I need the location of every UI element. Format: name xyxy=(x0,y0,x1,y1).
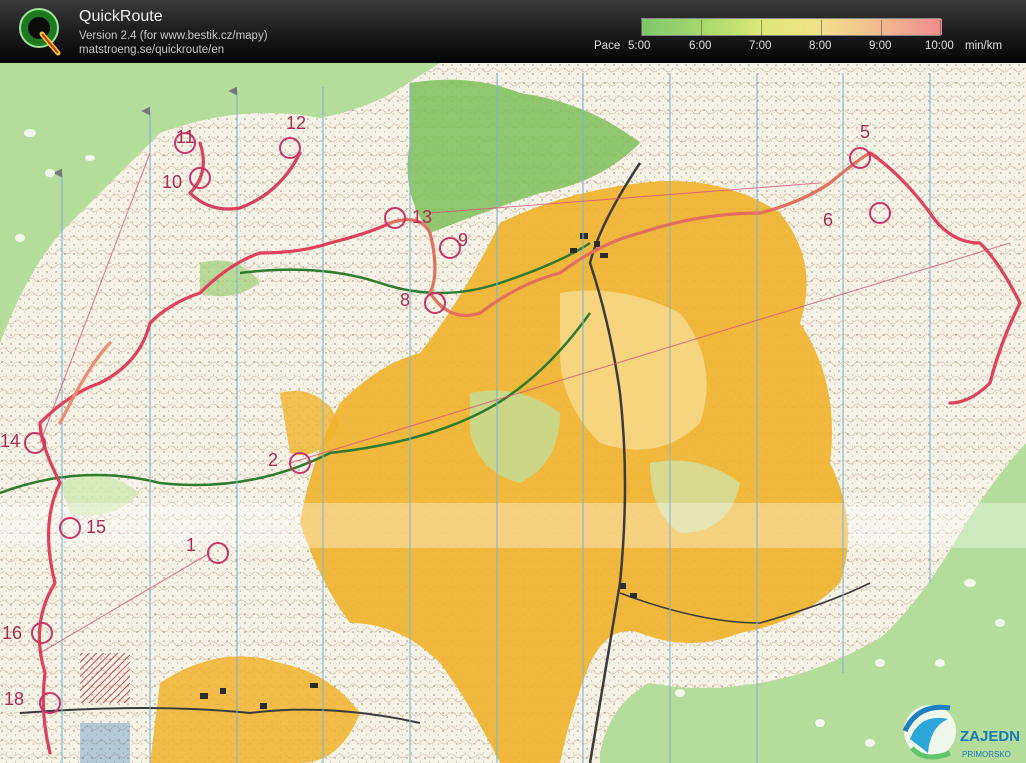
website-link[interactable]: matstroeng.se/quickroute/en xyxy=(79,44,224,56)
control-number: 14 xyxy=(0,431,20,451)
watermark-subtext: PRIMORSKO xyxy=(962,750,1011,759)
pace-label: Pace xyxy=(594,40,621,52)
version-text: Version 2.4 (for www.bestik.cz/mapy) xyxy=(79,30,268,42)
control-number: 11 xyxy=(176,127,195,147)
pace-unit-label: min/km xyxy=(965,40,1003,52)
control-number: 8 xyxy=(400,290,410,310)
pace-segment xyxy=(762,19,822,35)
watermark-text: ZAJEDN xyxy=(960,728,1020,745)
orienteering-map[interactable]: 1 2 5 6 8 9 10 11 12 13 14 15 16 18 ZAJE… xyxy=(0,63,1026,763)
pace-segment xyxy=(882,19,942,35)
zajedno-logo-icon xyxy=(902,704,956,760)
pace-tick-label: 9:00 xyxy=(869,40,892,52)
quickroute-logo-icon xyxy=(19,8,61,56)
app-title: QuickRoute xyxy=(79,8,163,25)
control-number: 13 xyxy=(412,207,432,227)
pace-tick-label: 8:00 xyxy=(809,40,832,52)
pace-color-scale xyxy=(641,18,942,36)
control-number: 9 xyxy=(458,230,468,250)
control-number: 12 xyxy=(286,113,306,133)
pace-tick-label: 10:00 xyxy=(925,40,954,52)
app-header: QuickRoute Version 2.4 (for www.bestik.c… xyxy=(0,0,1026,63)
pace-segment xyxy=(822,19,882,35)
control-number: 1 xyxy=(186,535,196,555)
control-number: 15 xyxy=(86,517,106,537)
control-number: 18 xyxy=(4,689,24,709)
pace-tick-label: 5:00 xyxy=(628,40,651,52)
control-number: 5 xyxy=(860,122,870,142)
control-number: 6 xyxy=(823,210,833,230)
pace-tick-label: 7:00 xyxy=(749,40,772,52)
pace-segment xyxy=(642,19,702,35)
pace-segment xyxy=(702,19,762,35)
control-number: 10 xyxy=(162,172,182,192)
control-number: 2 xyxy=(268,450,278,470)
pace-tick-label: 6:00 xyxy=(689,40,712,52)
control-number: 16 xyxy=(2,623,22,643)
